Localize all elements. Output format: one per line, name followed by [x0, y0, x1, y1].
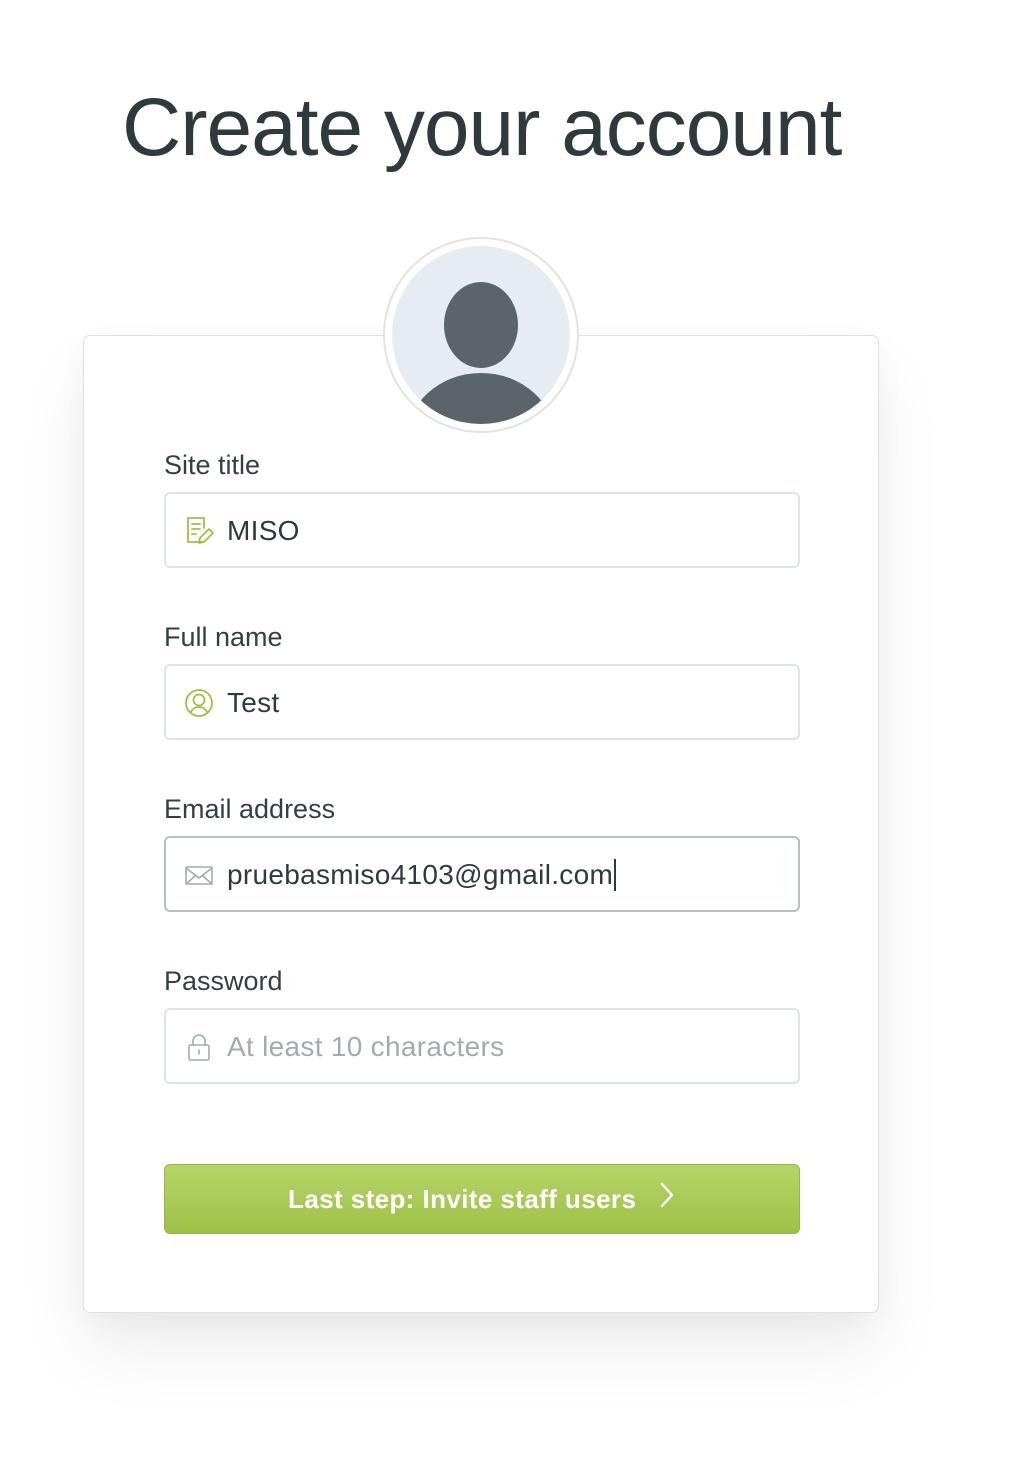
user-avatar-icon [408, 282, 554, 424]
site-title-value: MISO [227, 515, 300, 546]
full-name-input[interactable]: Test [164, 664, 800, 740]
edit-document-icon [184, 516, 214, 546]
email-value: pruebasmiso4103@gmail.com [227, 858, 617, 892]
password-input[interactable]: At least 10 characters [164, 1008, 800, 1084]
lock-icon [184, 1032, 214, 1062]
site-title-label: Site title [164, 450, 261, 480]
invite-staff-button[interactable]: Last step: Invite staff users [164, 1164, 800, 1234]
email-label: Email address [164, 794, 336, 824]
avatar-image [392, 246, 570, 424]
email-input[interactable]: pruebasmiso4103@gmail.com [164, 836, 800, 912]
text-cursor [614, 858, 617, 891]
envelope-icon [184, 860, 214, 890]
user-circle-icon [184, 688, 214, 718]
signup-page: Create your account Site title MISO Full… [0, 0, 1030, 1468]
password-label: Password [164, 966, 283, 996]
avatar[interactable] [383, 237, 579, 433]
chevron-right-icon [658, 1165, 676, 1233]
email-text: pruebasmiso4103@gmail.com [227, 859, 614, 890]
full-name-label: Full name [164, 622, 283, 652]
invite-staff-button-label: Last step: Invite staff users [288, 1184, 637, 1214]
full-name-value: Test [227, 687, 280, 718]
site-title-input[interactable]: MISO [164, 492, 800, 568]
page-title: Create your account [122, 82, 842, 173]
password-placeholder: At least 10 characters [227, 1031, 505, 1062]
